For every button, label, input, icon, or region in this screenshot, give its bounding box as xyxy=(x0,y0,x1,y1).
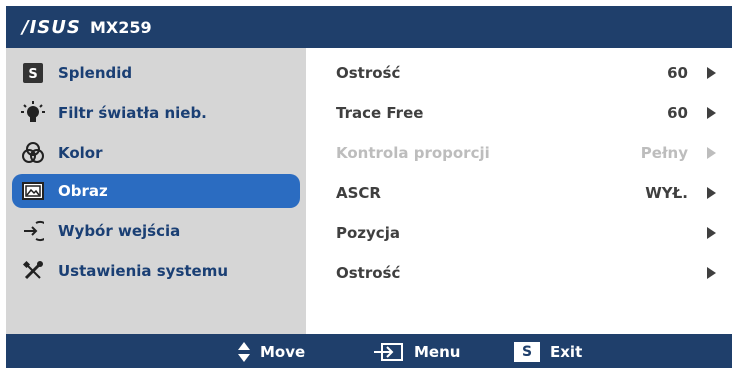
setting-value: 60 xyxy=(667,64,688,82)
setting-label: Pozycja xyxy=(336,224,400,242)
chevron-right-icon xyxy=(707,67,716,79)
input-arrow-icon xyxy=(20,220,46,242)
bulb-icon xyxy=(20,101,46,124)
exit-label: Exit xyxy=(550,343,583,361)
monitor-osd: /ISUS MX259 S Splendid Filtr światła nie… xyxy=(6,6,732,368)
setting-value: WYŁ. xyxy=(645,184,688,202)
setting-row-sharpness[interactable]: Ostrość 60 xyxy=(336,56,728,90)
setting-label: Ostrość xyxy=(336,64,401,82)
sidebar-item-label: Filtr światła nieb. xyxy=(58,104,207,122)
settings-panel: Ostrość 60 Trace Free 60 Kontrola propor… xyxy=(306,48,732,334)
setting-row-trace-free[interactable]: Trace Free 60 xyxy=(336,96,728,130)
asus-logo: /ISUS xyxy=(22,17,81,38)
menu-label: Menu xyxy=(414,343,461,361)
picture-icon xyxy=(20,180,46,202)
svg-text:S: S xyxy=(28,67,37,82)
sidebar-item-label: Wybór wejścia xyxy=(58,222,181,240)
move-hint: Move xyxy=(238,340,305,364)
chevron-right-icon xyxy=(707,107,716,119)
chevron-right-icon xyxy=(707,227,716,239)
s-key-icon: S xyxy=(514,342,540,362)
sidebar-item-picture[interactable]: Obraz xyxy=(12,174,300,208)
osd-header: /ISUS MX259 xyxy=(6,6,732,48)
sidebar-item-label: Kolor xyxy=(58,144,103,162)
tools-icon xyxy=(20,260,46,282)
osd-footer: Move Menu S Exit xyxy=(6,334,732,368)
color-wheel-icon xyxy=(20,142,46,164)
setting-label: ASCR xyxy=(336,184,381,202)
exit-hint: S Exit xyxy=(514,340,582,364)
setting-value: 60 xyxy=(667,104,688,122)
menu-hint: Menu xyxy=(372,340,460,364)
menu-enter-icon xyxy=(372,341,404,363)
setting-label: Trace Free xyxy=(336,104,424,122)
sidebar-item-blue-light-filter[interactable]: Filtr światła nieb. xyxy=(12,96,300,130)
setting-row-position[interactable]: Pozycja xyxy=(336,216,728,250)
sidebar: S Splendid Filtr światła nieb. Kolor Obr… xyxy=(6,48,306,334)
setting-row-focus[interactable]: Ostrość xyxy=(336,256,728,290)
chevron-right-icon xyxy=(707,267,716,279)
sidebar-item-color[interactable]: Kolor xyxy=(12,136,300,170)
sidebar-item-input-select[interactable]: Wybór wejścia xyxy=(12,214,300,248)
move-label: Move xyxy=(260,343,306,361)
s-box-icon: S xyxy=(20,62,46,84)
setting-label: Ostrość xyxy=(336,264,401,282)
sidebar-item-label: Obraz xyxy=(58,182,108,200)
setting-label: Kontrola proporcji xyxy=(336,144,490,162)
sidebar-item-label: Ustawienia systemu xyxy=(58,262,229,280)
setting-row-aspect-control: Kontrola proporcji Pełny xyxy=(336,136,728,170)
setting-row-ascr[interactable]: ASCR WYŁ. xyxy=(336,176,728,210)
setting-value: Pełny xyxy=(640,144,688,162)
sidebar-item-system-setup[interactable]: Ustawienia systemu xyxy=(12,254,300,288)
chevron-right-icon xyxy=(707,147,716,159)
sidebar-item-label: Splendid xyxy=(58,64,133,82)
chevron-right-icon xyxy=(707,187,716,199)
sidebar-item-splendid[interactable]: S Splendid xyxy=(12,56,300,90)
model-name: MX259 xyxy=(90,18,152,37)
up-down-arrow-icon xyxy=(238,342,250,362)
